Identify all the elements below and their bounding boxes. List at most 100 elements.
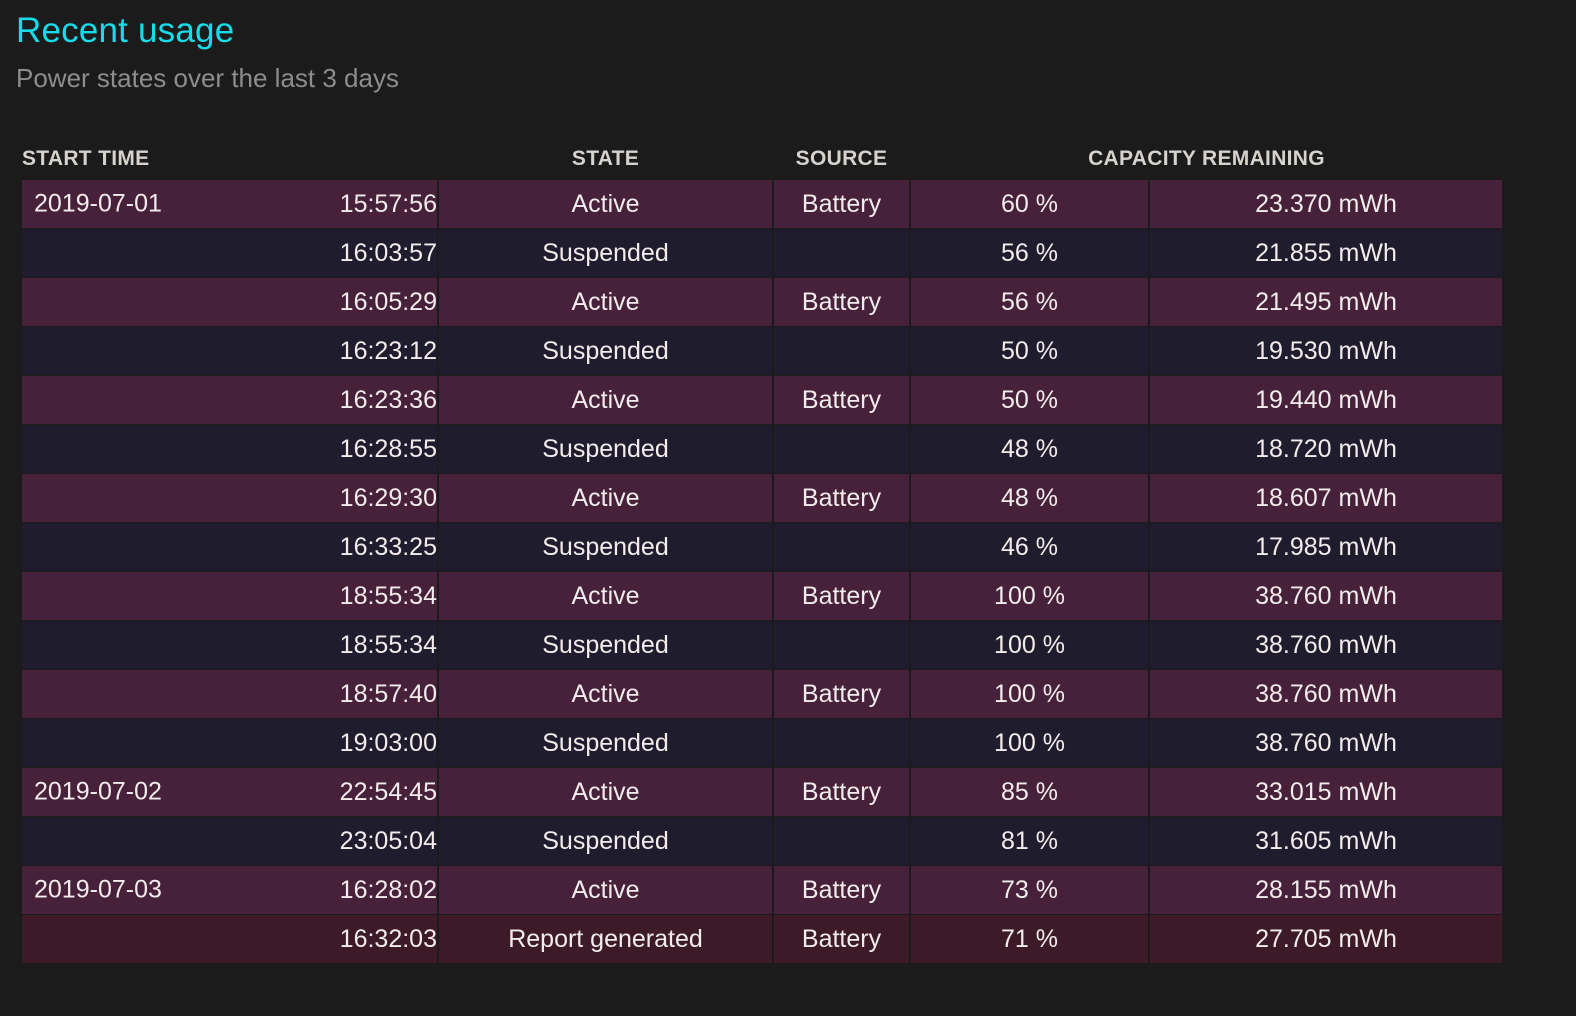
cell-state: Active — [439, 768, 772, 816]
cell-source: Battery — [774, 376, 909, 424]
table-header: START TIME STATE SOURCE CAPACITY REMAINI… — [22, 135, 1502, 179]
cell-source: Battery — [774, 572, 909, 620]
cell-source: Battery — [774, 866, 909, 914]
cell-capacity-mwh: 38.760 mWh — [1150, 621, 1502, 669]
cell-state: Active — [439, 474, 772, 522]
table-row: 2019-07-03 16:28:02 Active Battery 73 % 28.15… — [22, 866, 1502, 914]
cell-capacity-mwh: 18.720 mWh — [1150, 425, 1502, 473]
cell-state: Active — [439, 180, 772, 228]
cell-capacity-mwh: 21.855 mWh — [1150, 229, 1502, 277]
start-time-value: 16:33:25 — [339, 532, 437, 561]
table-row: 16:03:57 Suspended 56 % 21.855 mWh — [22, 229, 1502, 277]
cell-capacity-percent: 56 % — [911, 229, 1148, 277]
start-time-value: 18:57:40 — [339, 679, 437, 708]
table-body: 2019-07-01 15:57:56 Active Battery 60 % 23.37… — [22, 180, 1502, 963]
cell-state: Suspended — [439, 523, 772, 571]
cell-state: Suspended — [439, 327, 772, 375]
cell-start-time: 18:55:34 — [22, 621, 437, 669]
cell-source: Battery — [774, 670, 909, 718]
table-row: 18:57:40 Active Battery 100 % 38.760 mWh — [22, 670, 1502, 718]
cell-source — [774, 229, 909, 277]
cell-capacity-mwh: 38.760 mWh — [1150, 719, 1502, 767]
cell-capacity-mwh: 33.015 mWh — [1150, 768, 1502, 816]
page-subtitle: Power states over the last 3 days — [16, 63, 399, 93]
table-row: 16:23:36 Active Battery 50 % 19.440 mWh — [22, 376, 1502, 424]
recent-usage-page: Recent usage Power states over the last … — [0, 0, 1576, 1016]
table-row: 2019-07-02 22:54:45 Active Battery 85 % 33.01… — [22, 768, 1502, 816]
cell-source — [774, 523, 909, 571]
start-time-value: 16:29:30 — [339, 483, 437, 512]
cell-start-time: 19:03:00 — [22, 719, 437, 767]
cell-capacity-mwh: 31.605 mWh — [1150, 817, 1502, 865]
column-header-source: SOURCE — [795, 147, 888, 170]
cell-state: Suspended — [439, 229, 772, 277]
cell-start-time: 23:05:04 — [22, 817, 437, 865]
cell-start-time: 2019-07-02 22:54:45 — [22, 768, 437, 816]
cell-start-time: 2019-07-03 16:28:02 — [22, 866, 437, 914]
cell-start-time: 2019-07-01 15:57:56 — [22, 180, 437, 228]
cell-capacity-percent: 100 % — [911, 670, 1148, 718]
cell-start-time: 18:57:40 — [22, 670, 437, 718]
table-row: 16:28:55 Suspended 48 % 18.720 mWh — [22, 425, 1502, 473]
cell-capacity-mwh: 17.985 mWh — [1150, 523, 1502, 571]
column-header-start-time: START TIME — [22, 147, 150, 170]
table-header-row: START TIME STATE SOURCE CAPACITY REMAINI… — [22, 135, 1502, 179]
page-title: Recent usage — [16, 11, 235, 50]
cell-capacity-mwh: 27.705 mWh — [1150, 915, 1502, 963]
table-row: 2019-07-01 15:57:56 Active Battery 60 % 23.37… — [22, 180, 1502, 228]
cell-source: Battery — [774, 278, 909, 326]
start-time-value: 16:03:57 — [339, 238, 437, 267]
cell-capacity-mwh: 23.370 mWh — [1150, 180, 1502, 228]
cell-start-time: 16:23:12 — [22, 327, 437, 375]
start-time-value: 23:05:04 — [339, 826, 437, 855]
start-time-value: 16:23:12 — [339, 336, 437, 365]
cell-start-time: 16:28:55 — [22, 425, 437, 473]
cell-capacity-percent: 48 % — [911, 425, 1148, 473]
recent-usage-table: START TIME STATE SOURCE CAPACITY REMAINI… — [20, 134, 1504, 964]
cell-source: Battery — [774, 180, 909, 228]
table-row: 16:33:25 Suspended 46 % 17.985 mWh — [22, 523, 1502, 571]
cell-start-time: 16:03:57 — [22, 229, 437, 277]
column-header-capacity-remaining: CAPACITY REMAINING — [1088, 147, 1325, 170]
start-date-value: 2019-07-03 — [34, 875, 162, 904]
table-row: 18:55:34 Suspended 100 % 38.760 mWh — [22, 621, 1502, 669]
cell-state: Active — [439, 278, 772, 326]
cell-start-time: 18:55:34 — [22, 572, 437, 620]
start-time-value: 16:32:03 — [339, 924, 437, 953]
cell-state: Report generated — [439, 915, 772, 963]
cell-capacity-mwh: 28.155 mWh — [1150, 866, 1502, 914]
cell-capacity-percent: 46 % — [911, 523, 1148, 571]
cell-start-time: 16:32:03 — [22, 915, 437, 963]
cell-capacity-mwh: 38.760 mWh — [1150, 572, 1502, 620]
cell-state: Active — [439, 866, 772, 914]
table-row: 16:05:29 Active Battery 56 % 21.495 mWh — [22, 278, 1502, 326]
start-time-value: 18:55:34 — [339, 630, 437, 659]
cell-start-time: 16:29:30 — [22, 474, 437, 522]
table-row: 16:29:30 Active Battery 48 % 18.607 mWh — [22, 474, 1502, 522]
cell-start-time: 16:33:25 — [22, 523, 437, 571]
start-time-value: 16:28:55 — [339, 434, 437, 463]
start-date-value: 2019-07-02 — [34, 777, 162, 806]
cell-capacity-percent: 71 % — [911, 915, 1148, 963]
cell-capacity-mwh: 21.495 mWh — [1150, 278, 1502, 326]
cell-capacity-percent: 85 % — [911, 768, 1148, 816]
cell-capacity-percent: 100 % — [911, 719, 1148, 767]
cell-state: Active — [439, 670, 772, 718]
cell-state: Active — [439, 572, 772, 620]
start-time-value: 16:23:36 — [339, 385, 437, 414]
cell-state: Suspended — [439, 817, 772, 865]
cell-capacity-percent: 48 % — [911, 474, 1148, 522]
start-time-value: 16:05:29 — [339, 287, 437, 316]
table-row: 19:03:00 Suspended 100 % 38.760 mWh — [22, 719, 1502, 767]
cell-capacity-percent: 100 % — [911, 572, 1148, 620]
table-row: 16:32:03 Report generated Battery 71 % 27.70… — [22, 915, 1502, 963]
table-row: 23:05:04 Suspended 81 % 31.605 mWh — [22, 817, 1502, 865]
cell-start-time: 16:23:36 — [22, 376, 437, 424]
cell-source — [774, 621, 909, 669]
table-row: 16:23:12 Suspended 50 % 19.530 mWh — [22, 327, 1502, 375]
cell-capacity-percent: 60 % — [911, 180, 1148, 228]
cell-capacity-percent: 81 % — [911, 817, 1148, 865]
cell-source — [774, 817, 909, 865]
cell-capacity-percent: 50 % — [911, 376, 1148, 424]
cell-capacity-percent: 50 % — [911, 327, 1148, 375]
